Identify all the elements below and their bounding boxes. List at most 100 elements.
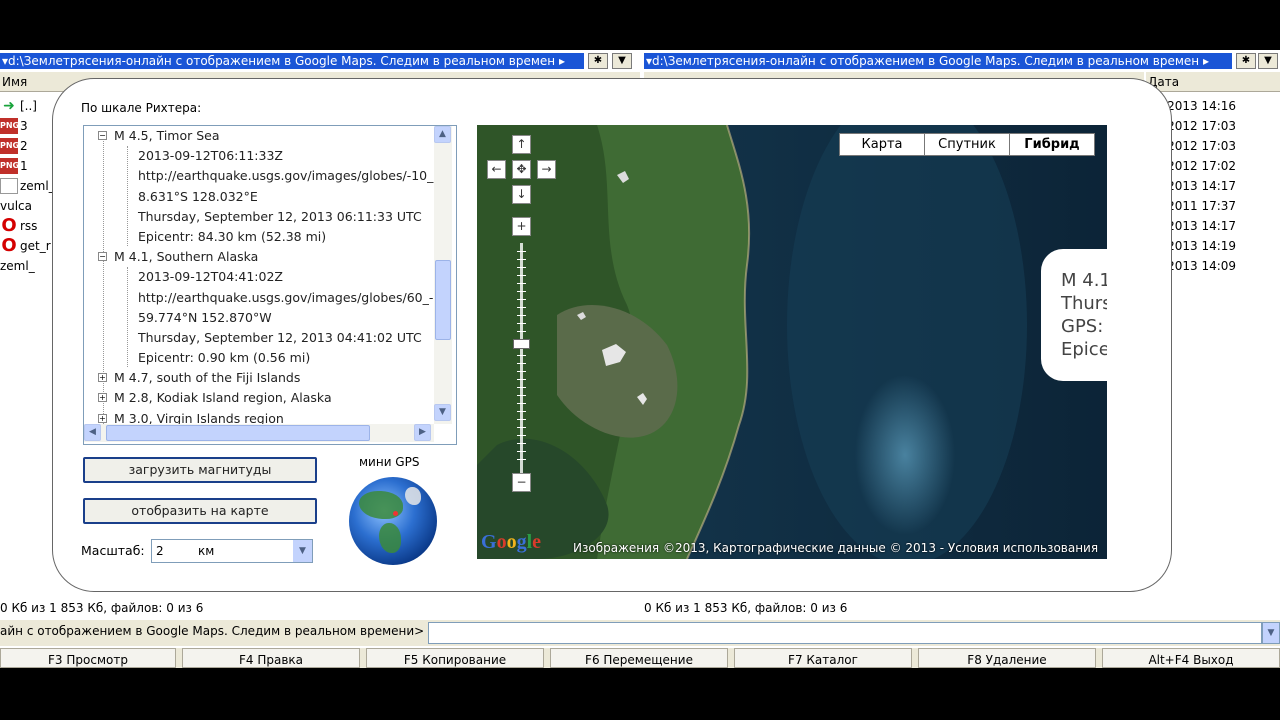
scale-label: Масштаб:	[81, 543, 145, 558]
tree-leaf-label: 8.631°S 128.032°E	[138, 188, 258, 204]
tree-horizontal-scrollbar[interactable]: ◀ ▶	[84, 424, 434, 442]
tree-node-quake[interactable]: + M 2.8, Kodiak Island region, Alaska	[84, 388, 434, 408]
left-path-bar[interactable]: ▾d:\Землетрясения-онлайн с отображением …	[0, 53, 584, 69]
google-map[interactable]: Карта Спутник Гибрид ↑ ← ✥ → ↓ + − M 4.1…	[477, 125, 1107, 559]
file-row[interactable]: Oget_r	[0, 236, 60, 256]
file-row[interactable]: zeml_	[0, 176, 60, 196]
tree-node-quake[interactable]: − M 4.1, Southern Alaska	[84, 247, 434, 267]
map-type-hybrid[interactable]: Гибрид	[1009, 133, 1095, 156]
zoom-out-icon[interactable]: −	[512, 473, 531, 492]
left-history-button[interactable]: ▼	[612, 53, 632, 69]
collapse-icon[interactable]: −	[98, 252, 107, 262]
scale-select[interactable]: 2 км ▼	[151, 539, 313, 563]
tree-vertical-scrollbar[interactable]: ▲ ▼	[434, 126, 452, 424]
file-name: rss	[20, 219, 38, 233]
zoom-tick	[517, 283, 526, 284]
right-favorites-button[interactable]: ✱	[1236, 53, 1256, 69]
tree-leaf[interactable]: 2013-09-12T04:41:02Z	[84, 267, 434, 287]
pan-center-icon[interactable]: ✥	[512, 160, 531, 179]
f8-delete-button[interactable]: F8 Удаление	[918, 648, 1096, 668]
tree-leaf[interactable]: Thursday, September 12, 2013 06:11:33 UT…	[84, 207, 434, 227]
f3-view-button[interactable]: F3 Просмотр	[0, 648, 176, 668]
satellite-imagery	[477, 125, 1107, 559]
tree-leaf-label: 59.774°N 152.870°W	[138, 309, 272, 325]
chevron-down-icon[interactable]: ▼	[293, 540, 312, 562]
right-path-bar[interactable]: ▾d:\Землетрясения-онлайн с отображением …	[644, 53, 1232, 69]
zoom-tick	[517, 387, 526, 388]
scroll-thumb[interactable]	[435, 260, 451, 340]
file-row[interactable]: zeml_	[0, 256, 384, 582]
zoom-tick	[517, 291, 526, 292]
column-header-date[interactable]: Дата	[1146, 72, 1280, 92]
collapse-icon[interactable]: −	[98, 131, 107, 140]
info-line: Epice	[1061, 339, 1107, 360]
pan-down-icon[interactable]: ↓	[512, 185, 531, 204]
tree-leaf[interactable]: 8.631°S 128.032°E	[84, 187, 434, 207]
mini-gps-globe[interactable]	[349, 477, 437, 565]
map-attribution[interactable]: Изображения ©2013, Картографические данн…	[573, 541, 1098, 555]
zoom-tick	[517, 435, 526, 436]
tree-node-quake[interactable]: − M 4.5, Timor Sea	[84, 126, 434, 146]
f6-move-button[interactable]: F6 Перемещение	[550, 648, 728, 668]
zoom-slider-handle[interactable]	[513, 339, 530, 349]
zoom-tick	[517, 323, 526, 324]
zoom-tick	[517, 395, 526, 396]
scroll-left-icon[interactable]: ◀	[84, 424, 101, 441]
load-magnitudes-button[interactable]: загрузить магнитуды	[83, 457, 317, 483]
file-row[interactable]: Orss	[0, 216, 60, 236]
tree-leaf[interactable]: http://earthquake.usgs.gov/images/globes…	[84, 166, 434, 186]
tree-leaf[interactable]: http://earthquake.usgs.gov/images/globes…	[84, 288, 434, 308]
scroll-up-icon[interactable]: ▲	[434, 126, 451, 143]
tree-leaf-label: Thursday, September 12, 2013 06:11:33 UT…	[138, 208, 422, 224]
richter-scale-label: По шкале Рихтера:	[81, 101, 202, 115]
file-row[interactable]: PNG 3	[0, 116, 60, 136]
info-line: M 4.1	[1061, 270, 1107, 291]
earthquake-tree[interactable]: − M 4.5, Timor Sea 2013-09-12T06:11:33Z h…	[83, 125, 457, 445]
location-marker-icon	[393, 511, 398, 516]
png-icon: PNG	[0, 118, 19, 134]
f7-mkdir-button[interactable]: F7 Каталог	[734, 648, 912, 668]
tree-content: − M 4.5, Timor Sea 2013-09-12T06:11:33Z h…	[84, 126, 434, 424]
left-favorites-button[interactable]: ✱	[588, 53, 608, 69]
zoom-in-icon[interactable]: +	[512, 217, 531, 236]
expand-icon[interactable]: +	[98, 373, 107, 383]
f4-edit-button[interactable]: F4 Правка	[182, 648, 360, 668]
expand-icon[interactable]: +	[98, 393, 107, 403]
alt-f4-exit-button[interactable]: Alt+F4 Выход	[1102, 648, 1280, 668]
tree-leaf-label: http://earthquake.usgs.gov/images/globes…	[138, 289, 434, 305]
tree-leaf[interactable]: Epicentr: 84.30 km (52.38 mi)	[84, 227, 434, 247]
map-type-map[interactable]: Карта	[839, 133, 925, 156]
file-row[interactable]: ➜ [..]	[0, 96, 60, 116]
right-history-button[interactable]: ▼	[1258, 53, 1278, 69]
tree-leaf[interactable]: Epicentr: 0.90 km (0.56 mi)	[84, 348, 434, 368]
zoom-tick	[517, 299, 526, 300]
file-name: 2	[20, 139, 28, 153]
map-type-satellite[interactable]: Спутник	[924, 133, 1010, 156]
zoom-slider[interactable]	[512, 243, 531, 473]
tree-leaf[interactable]: Thursday, September 12, 2013 04:41:02 UT…	[84, 328, 434, 348]
google-logo[interactable]: Google	[481, 531, 541, 554]
expand-icon[interactable]: +	[98, 413, 107, 423]
map-info-bubble[interactable]: M 4.1 Thurs GPS: Epice	[1041, 249, 1107, 381]
command-line-input[interactable]	[428, 622, 1262, 644]
chevron-down-icon[interactable]: ▼	[1262, 622, 1280, 644]
f5-copy-button[interactable]: F5 Копирование	[366, 648, 544, 668]
show-on-map-button[interactable]: отобразить на карте	[83, 498, 317, 524]
zoom-tick	[517, 331, 526, 332]
tree-node-quake[interactable]: + M 4.7, south of the Fiji Islands	[84, 368, 434, 388]
scale-value: 2	[156, 544, 164, 558]
pan-up-icon[interactable]: ↑	[512, 135, 531, 154]
tree-leaf[interactable]: 59.774°N 152.870°W	[84, 308, 434, 328]
scroll-thumb[interactable]	[106, 425, 370, 441]
left-status: 0 Кб из 1 853 Кб, файлов: 0 из 6	[0, 601, 204, 615]
file-row[interactable]: vulca	[0, 196, 384, 582]
scroll-right-icon[interactable]: ▶	[414, 424, 431, 441]
tree-leaf[interactable]: 2013-09-12T06:11:33Z	[84, 146, 434, 166]
pan-right-icon[interactable]: →	[537, 160, 556, 179]
pan-left-icon[interactable]: ←	[487, 160, 506, 179]
tree-leaf-label: Epicentr: 84.30 km (52.38 mi)	[138, 228, 327, 244]
file-row[interactable]: PNG 2	[0, 136, 60, 156]
tree-node-quake[interactable]: + M 3.0, Virgin Islands region	[84, 409, 434, 424]
file-row[interactable]: PNG 1	[0, 156, 60, 176]
scroll-down-icon[interactable]: ▼	[434, 404, 451, 421]
